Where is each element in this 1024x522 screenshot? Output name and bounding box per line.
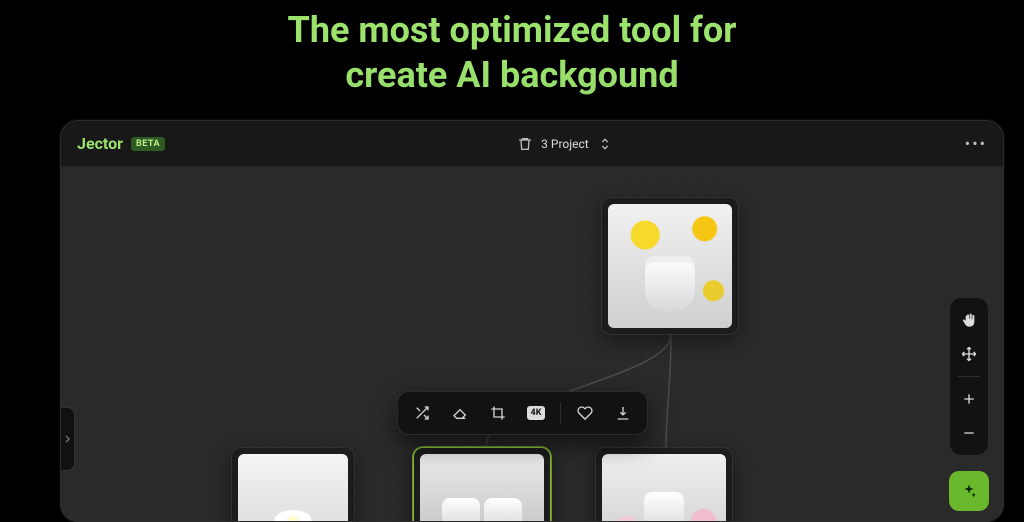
more-menu-button[interactable]: ••• — [965, 134, 987, 153]
app-topbar: Jector BETA 3 Project ••• — [61, 121, 1003, 167]
chevron-sort-icon — [597, 136, 613, 152]
hero-title: The most optimized tool for create AI ba… — [0, 0, 1024, 122]
toolbar-separator — [958, 376, 980, 377]
pointer-tool[interactable] — [953, 304, 985, 336]
node-thumbnail — [608, 204, 732, 328]
download-icon — [615, 405, 631, 421]
sidebar-expand-handle[interactable] — [61, 407, 75, 471]
view-tools — [949, 297, 989, 456]
canvas-node[interactable] — [601, 197, 739, 335]
canvas-node[interactable] — [231, 447, 355, 522]
minus-icon — [961, 425, 977, 441]
generate-button[interactable] — [949, 471, 989, 511]
sparkle-icon — [961, 483, 977, 499]
eraser-icon — [452, 405, 468, 421]
brand-name: Jector — [77, 134, 123, 153]
download-button[interactable] — [605, 395, 641, 431]
zoom-in-button[interactable] — [953, 383, 985, 415]
plus-icon — [961, 391, 977, 407]
node-toolbar: 4K — [397, 391, 648, 435]
heart-icon — [577, 405, 593, 421]
hero-line-1: The most optimized tool for — [40, 8, 984, 53]
canvas-node[interactable] — [413, 447, 551, 522]
quality-button[interactable]: 4K — [518, 395, 554, 431]
move-tool[interactable] — [953, 338, 985, 370]
move-icon — [961, 346, 977, 362]
shuffle-button[interactable] — [404, 395, 440, 431]
shuffle-icon — [414, 405, 430, 421]
canvas[interactable]: 4K — [61, 167, 1003, 521]
toolbar-separator — [560, 402, 561, 424]
zoom-out-button[interactable] — [953, 417, 985, 449]
more-icon: ••• — [965, 134, 987, 153]
hand-icon — [961, 312, 977, 328]
beta-badge: BETA — [131, 137, 165, 151]
crop-button[interactable] — [480, 395, 516, 431]
trash-icon — [517, 136, 533, 152]
favorite-button[interactable] — [567, 395, 603, 431]
canvas-node[interactable] — [595, 447, 733, 522]
project-switcher[interactable]: 3 Project — [509, 132, 621, 156]
app-window: Jector BETA 3 Project ••• — [60, 120, 1004, 522]
quality-badge: 4K — [527, 406, 546, 420]
brand: Jector BETA — [77, 134, 165, 153]
erase-button[interactable] — [442, 395, 478, 431]
hero-line-2: create AI backgound — [40, 53, 984, 98]
project-label: 3 Project — [541, 137, 589, 151]
crop-icon — [490, 405, 506, 421]
